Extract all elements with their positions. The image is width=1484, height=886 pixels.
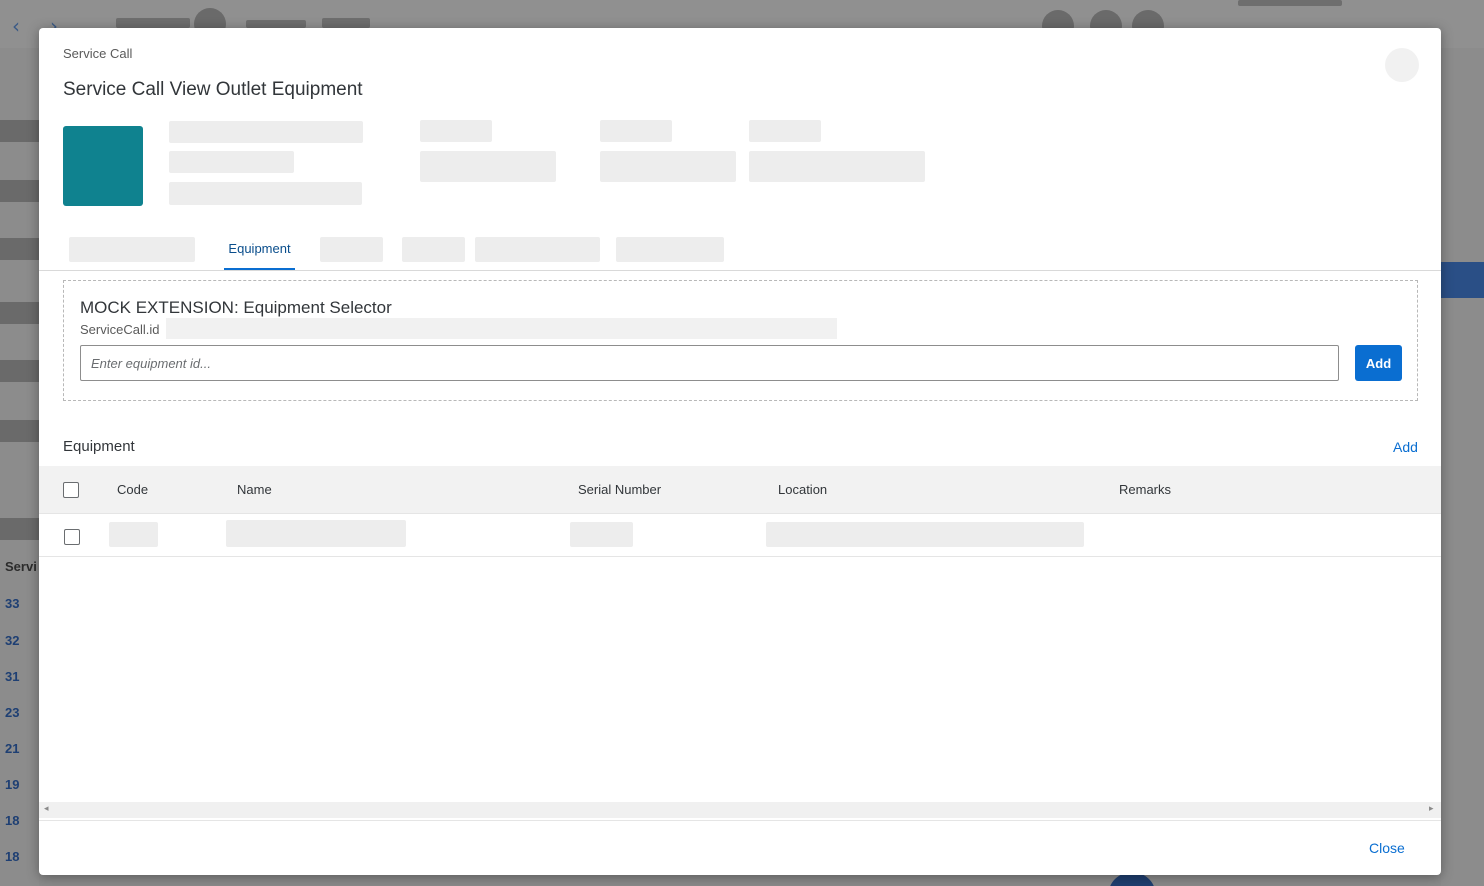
tab-placeholder[interactable] (320, 237, 383, 262)
add-equipment-button[interactable]: Add (1355, 345, 1402, 381)
column-header-serial-number[interactable]: Serial Number (578, 482, 661, 497)
attribute-value-placeholder (749, 151, 925, 182)
background-row (0, 420, 39, 442)
attribute-label-placeholder (600, 120, 672, 142)
equipment-table-header: Code Name Serial Number Location Remarks (39, 466, 1441, 514)
header-placeholder (169, 151, 294, 173)
service-call-dialog: Service Call Service Call View Outlet Eq… (39, 28, 1441, 875)
cell-code-placeholder (109, 522, 158, 547)
header-placeholder (169, 182, 362, 205)
tab-placeholder[interactable] (475, 237, 600, 262)
tab-placeholder[interactable] (402, 237, 465, 262)
service-call-id-label: ServiceCall.id (80, 322, 160, 337)
attribute-value-placeholder (600, 151, 736, 182)
equipment-id-input[interactable] (80, 345, 1339, 381)
background-list-number: 18 (5, 813, 20, 828)
cell-name-placeholder (226, 520, 406, 547)
background-row (0, 518, 39, 540)
equipment-add-link[interactable]: Add (1393, 439, 1418, 455)
dialog-footer: Close (39, 820, 1441, 875)
background-list-number: 32 (5, 633, 20, 648)
extension-title: MOCK EXTENSION: Equipment Selector (80, 298, 392, 317)
background-row (0, 120, 39, 142)
background-list-number: 18 (5, 849, 20, 864)
back-arrow-icon: ‹ (12, 14, 20, 38)
attribute-value-placeholder (420, 151, 556, 182)
row-checkbox[interactable] (64, 529, 80, 545)
column-header-code[interactable]: Code (117, 482, 148, 497)
equipment-selector-extension: MOCK EXTENSION: Equipment Selector Servi… (63, 280, 1418, 401)
background-placeholder (322, 18, 370, 28)
service-call-id-value (166, 318, 837, 339)
background-list-header: Servi (5, 559, 37, 574)
column-header-remarks[interactable]: Remarks (1119, 482, 1171, 497)
background-list-number: 21 (5, 741, 20, 756)
cell-location-placeholder (766, 522, 1084, 547)
background-list-number: 23 (5, 705, 20, 720)
cell-serial-placeholder (570, 522, 633, 547)
table-row[interactable] (39, 515, 1441, 557)
tab-placeholder[interactable] (616, 237, 724, 262)
object-avatar (63, 126, 143, 206)
background-row (0, 238, 39, 260)
select-all-checkbox[interactable] (63, 482, 79, 498)
tab-bar: Equipment (39, 234, 1441, 271)
dialog-subtitle: Service Call (63, 46, 133, 61)
tab-equipment[interactable]: Equipment (224, 234, 295, 270)
dialog-title: Service Call View Outlet Equipment (63, 79, 363, 100)
background-list-panel (0, 48, 39, 886)
equipment-section-title: Equipment (63, 438, 135, 455)
column-header-name[interactable]: Name (237, 482, 272, 497)
dialog-close-icon[interactable] (1385, 48, 1419, 82)
background-placeholder (116, 18, 190, 28)
background-side-panel (1441, 48, 1484, 886)
background-row (0, 302, 39, 324)
horizontal-scrollbar[interactable]: ◂ ▸ (39, 802, 1441, 818)
scroll-left-icon[interactable]: ◂ (44, 804, 49, 814)
attribute-label-placeholder (749, 120, 821, 142)
scroll-right-icon[interactable]: ▸ (1429, 804, 1434, 814)
background-list-number: 31 (5, 669, 20, 684)
background-list-number: 33 (5, 596, 20, 611)
attribute-label-placeholder (420, 120, 492, 142)
header-placeholder (169, 121, 363, 143)
tab-placeholder[interactable] (69, 237, 195, 262)
background-row (0, 360, 39, 382)
background-row (0, 180, 39, 202)
background-side-accent (1441, 262, 1484, 298)
background-placeholder (1238, 0, 1342, 6)
background-list-number: 19 (5, 777, 20, 792)
close-button[interactable]: Close (1369, 840, 1405, 856)
background-placeholder (246, 20, 306, 28)
column-header-location[interactable]: Location (778, 482, 827, 497)
